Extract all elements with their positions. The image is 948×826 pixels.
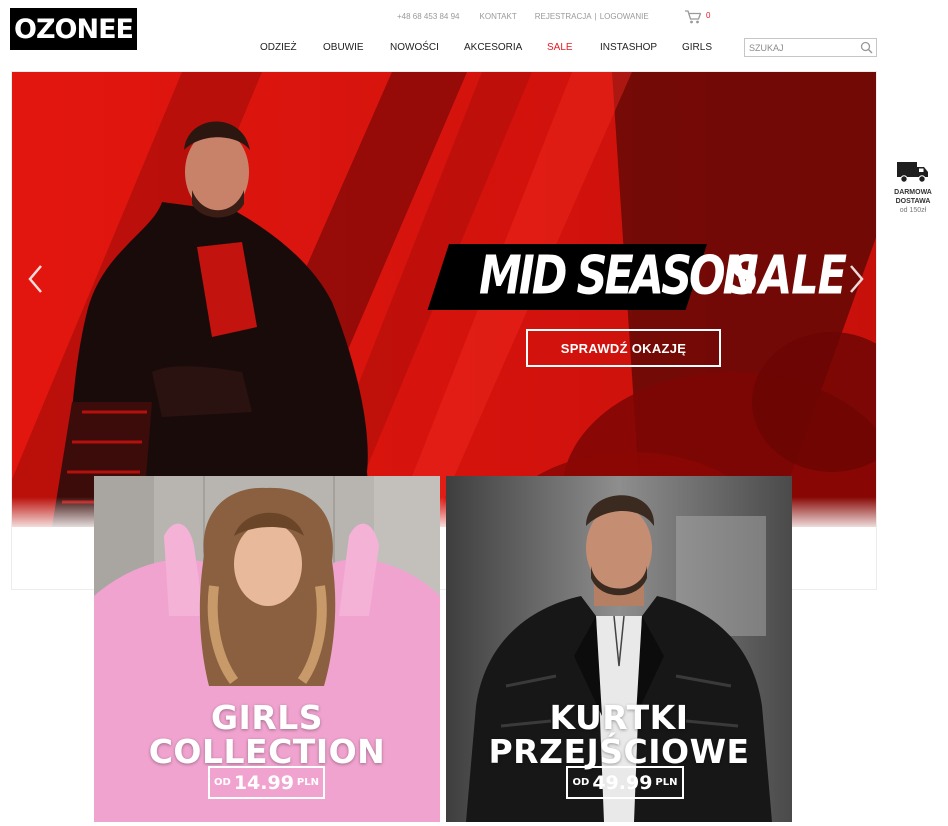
free-delivery-badge[interactable]: DARMOWA DOSTAWA od 150zł xyxy=(884,160,942,215)
register-link[interactable]: REJESTRACJA xyxy=(535,12,592,21)
contact-link[interactable]: KONTAKT xyxy=(480,12,517,21)
cart-count: 0 xyxy=(706,11,711,20)
price-currency: PLN xyxy=(296,777,319,788)
truck-icon xyxy=(897,162,928,183)
search-input[interactable] xyxy=(749,40,861,55)
carousel-prev-arrow[interactable] xyxy=(24,262,48,296)
price-value: 49.99 xyxy=(592,771,653,794)
headline-sale: SALE xyxy=(729,244,847,308)
delivery-line-2: DOSTAWA xyxy=(895,198,931,205)
price-prefix: OD xyxy=(572,777,590,788)
login-link[interactable]: LOGOWANIE xyxy=(600,12,649,21)
nav-item-girls[interactable]: GIRLS xyxy=(682,42,712,53)
search-box xyxy=(744,38,877,57)
price-prefix: OD xyxy=(214,777,231,788)
cart-icon xyxy=(685,10,702,24)
price-currency: PLN xyxy=(655,777,678,788)
logo[interactable]: OZONEE xyxy=(10,8,137,50)
nav-item-odziez[interactable]: ODZIEŻ xyxy=(260,42,297,53)
phone-number[interactable]: +48 68 453 84 94 xyxy=(397,12,460,21)
nav-item-obuwie[interactable]: OBUWIE xyxy=(323,42,364,53)
promo-price-badge: OD 14.99 PLN xyxy=(208,766,325,799)
nav-item-akcesoria[interactable]: AKCESORIA xyxy=(464,42,522,53)
price-value: 14.99 xyxy=(233,771,294,794)
promo-tile-girls-collection[interactable]: GIRLS COLLECTION OD 14.99 PLN xyxy=(94,476,440,822)
delivery-line-1: DARMOWA xyxy=(894,189,932,196)
cart-button[interactable]: 0 xyxy=(684,9,714,27)
check-deals-button[interactable]: SPRAWDŹ OKAZJĘ xyxy=(526,329,721,367)
hero-headline: MID SEASON SALE xyxy=(427,240,847,312)
nav-item-nowosci[interactable]: NOWOŚCI xyxy=(390,42,439,53)
carousel-next-arrow[interactable] xyxy=(844,262,868,296)
promo-tile-jackets[interactable]: KURTKI PRZEJŚCIOWE OD 49.99 PLN xyxy=(446,476,792,822)
nav-item-instashop[interactable]: INSTASHOP xyxy=(600,42,657,53)
page: OZONEE +48 68 453 84 94 KONTAKT REJESTRA… xyxy=(0,0,948,826)
delivery-threshold: od 150zł xyxy=(899,207,927,214)
separator: | xyxy=(594,12,597,21)
promo-price-badge: OD 49.99 PLN xyxy=(566,766,684,799)
nav-item-sale[interactable]: SALE xyxy=(547,42,573,53)
search-icon[interactable] xyxy=(860,41,873,54)
logo-text: OZONEE xyxy=(14,13,134,45)
headline-mid-season: MID SEASON xyxy=(479,244,759,308)
top-utility-bar: +48 68 453 84 94 KONTAKT REJESTRACJA | L… xyxy=(397,12,649,21)
